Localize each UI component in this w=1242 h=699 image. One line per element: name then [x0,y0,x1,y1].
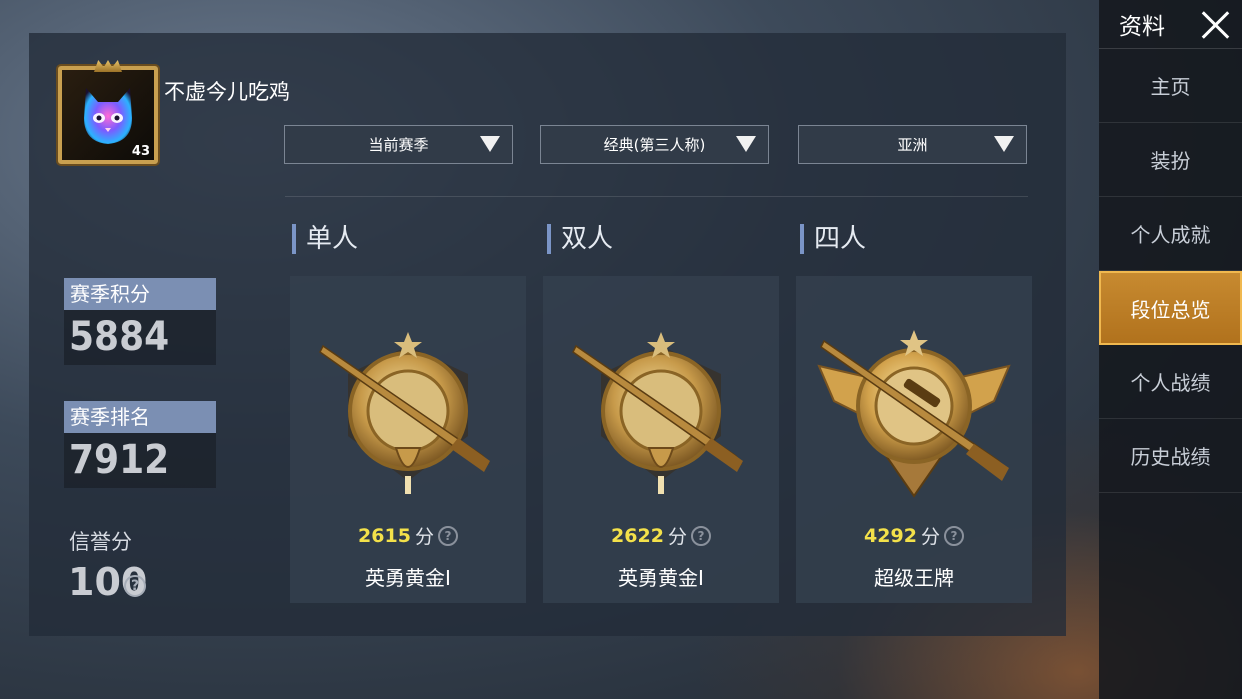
mode-title-solo: 单人 [292,224,358,254]
mode-dropdown[interactable]: 经典(第三人称) [540,125,769,164]
sidebar-item-rank-overview[interactable]: 段位总览 [1099,271,1242,345]
divider [285,196,1028,197]
season-dropdown-label: 当前赛季 [368,136,429,154]
rank-card-solo[interactable]: 2615 分 ? 英勇黄金Ⅰ [290,276,526,603]
region-dropdown-label: 亚洲 [897,136,928,154]
rank-score: 4292 分 ? [796,522,1032,549]
gold-rank-badge-icon [572,332,743,494]
sidebar-item-achievements[interactable]: 个人成就 [1099,197,1242,271]
gold-rank-badge-icon [319,332,490,494]
season-points-label: 赛季积分 [64,278,216,310]
season-points-value: 5884 [69,314,170,360]
season-rank-box: 7912 [64,433,216,488]
rank-tier-label: 英勇黄金Ⅰ [618,566,704,590]
sidebar-item-history[interactable]: 历史战绩 [1099,419,1242,493]
rank-score-unit: 分 [920,526,940,548]
player-level: 43 [131,144,150,159]
rank-score: 2622 分 ? [543,522,779,549]
rank-score-value: 2615 [358,524,411,547]
sidebar-header: 资料 [1099,0,1242,49]
profile-sidebar: 资料 主页 装扮 个人成就 段位总览 个人战绩 历史战绩 [1099,0,1242,699]
season-dropdown[interactable]: 当前赛季 [284,125,513,164]
avatar[interactable]: 43 [58,60,158,164]
help-icon[interactable]: ? [124,575,146,597]
season-points-box: 5884 [64,310,216,365]
sidebar-item-personal-stats[interactable]: 个人战绩 [1099,345,1242,419]
rank-score: 2615 分 ? [290,522,526,549]
mode-title-squad: 四人 [800,224,866,254]
rank-card-squad[interactable]: 4292 分 ? 超级王牌 [796,276,1032,603]
help-icon[interactable]: ? [943,525,964,546]
rank-score-unit: 分 [414,526,434,548]
region-dropdown[interactable]: 亚洲 [798,125,1027,164]
rank-score-value: 4292 [864,524,917,547]
ace-rank-badge-icon [817,330,1011,498]
close-icon[interactable] [1200,9,1230,39]
chevron-down-icon [480,136,500,152]
sidebar-item-home[interactable]: 主页 [1099,49,1242,123]
mode-dropdown-label: 经典(第三人称) [603,136,706,154]
rank-tier-label: 超级王牌 [874,566,954,590]
season-rank-value: 7912 [69,437,170,483]
chevron-down-icon [994,136,1014,152]
rank-card-duo[interactable]: 2622 分 ? 英勇黄金Ⅰ [543,276,779,603]
help-icon[interactable]: ? [437,525,458,546]
rank-score-value: 2622 [611,524,664,547]
chevron-down-icon [736,136,756,152]
sidebar-item-outfit[interactable]: 装扮 [1099,123,1242,197]
crown-icon [94,60,122,72]
credit-score-label: 信誉分 [69,530,132,554]
rank-score-unit: 分 [667,526,687,548]
username: 不虚今儿吃鸡 [164,80,290,104]
rank-tier-label: 英勇黄金Ⅰ [365,566,451,590]
help-icon[interactable]: ? [690,525,711,546]
season-rank-label: 赛季排名 [64,401,216,433]
sidebar-title: 资料 [1119,14,1165,40]
mode-title-duo: 双人 [547,224,613,254]
cat-avatar-icon [84,88,132,144]
